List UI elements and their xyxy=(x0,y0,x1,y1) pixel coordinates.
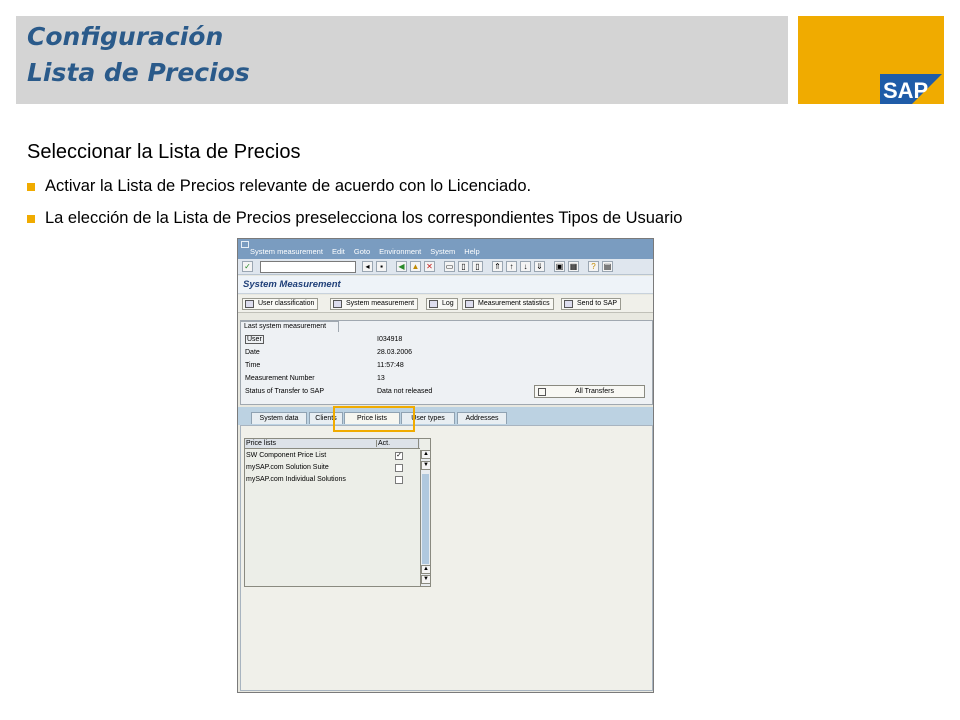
menu-environment[interactable]: Environment xyxy=(379,247,421,256)
scroll-thumb[interactable] xyxy=(422,474,429,564)
system-menu-icon[interactable] xyxy=(241,241,249,248)
tab-addresses[interactable]: Addresses xyxy=(457,412,507,424)
back-icon[interactable]: ◀ xyxy=(396,261,407,272)
field-label-measurement-number: Measurement Number xyxy=(245,375,315,382)
column-header-price-lists[interactable]: Price lists xyxy=(246,440,276,447)
application-toolbar: User classification System measurement L… xyxy=(238,295,653,313)
find-next-icon[interactable]: ▯ xyxy=(472,261,483,272)
active-checkbox[interactable]: ✓ xyxy=(395,452,403,460)
table-row[interactable]: mySAP.com Individual Solutions xyxy=(246,476,346,483)
cancel-icon[interactable]: ✕ xyxy=(424,261,435,272)
slide-title-bar: Configuración Lista de Precios xyxy=(16,16,788,104)
menu-edit[interactable]: Edit xyxy=(332,247,345,256)
table-row[interactable]: mySAP.com Solution Suite xyxy=(246,464,329,471)
measurement-statistics-button[interactable]: Measurement statistics xyxy=(462,298,554,310)
bullet-square-icon xyxy=(27,214,35,223)
field-label-date: Date xyxy=(245,349,260,356)
customize-layout-icon[interactable]: ▤ xyxy=(602,261,613,272)
previous-page-icon[interactable]: ↑ xyxy=(506,261,517,272)
scroll-up-icon[interactable]: ▲ xyxy=(421,450,431,459)
bullet-text: Activar la Lista de Precios relevante de… xyxy=(45,177,532,195)
all-transfers-button[interactable]: All Transfers xyxy=(534,385,645,398)
field-value-time: 11:57:48 xyxy=(377,362,404,369)
field-value-date: 28.03.2006 xyxy=(377,349,413,356)
shortcut-icon[interactable]: ▦ xyxy=(568,261,579,272)
scroll-down-icon[interactable]: ▼ xyxy=(421,575,431,584)
table-header: Price lists Act. xyxy=(245,439,420,449)
save-icon[interactable]: ▪ xyxy=(376,261,387,272)
next-page-icon[interactable]: ↓ xyxy=(520,261,531,272)
tab-system-data[interactable]: System data xyxy=(251,412,307,424)
field-label-time: Time xyxy=(245,362,261,369)
menu-system-measurement[interactable]: System measurement xyxy=(250,247,323,256)
transfers-icon xyxy=(538,388,546,396)
new-session-icon[interactable]: ▣ xyxy=(554,261,565,272)
print-icon[interactable]: ▭ xyxy=(444,261,455,272)
bullet-square-icon xyxy=(27,182,35,191)
menu-bar: System measurement Edit Goto Environment… xyxy=(238,239,653,259)
column-separator xyxy=(418,439,419,449)
table-row[interactable]: SW Component Price List xyxy=(246,452,326,459)
vertical-scrollbar[interactable]: ▲ ▼ ▲ ▼ xyxy=(420,450,431,586)
field-label-user: User xyxy=(245,335,264,344)
slide-subtitle: Seleccionar la Lista de Precios xyxy=(27,141,301,163)
bullet-item: La elección de la Lista de Precios prese… xyxy=(27,209,682,228)
send-to-sap-button[interactable]: Send to SAP xyxy=(561,298,622,310)
menu-help[interactable]: Help xyxy=(464,247,479,256)
slide-title-line1: Configuración xyxy=(27,22,224,51)
sap-logo-text: SAP xyxy=(883,78,928,103)
bullet-item: Activar la Lista de Precios relevante de… xyxy=(27,177,531,196)
command-field[interactable] xyxy=(260,261,356,273)
log-icon xyxy=(429,300,438,308)
group-title: Last system measurement xyxy=(240,321,340,332)
active-checkbox[interactable] xyxy=(395,464,403,472)
user-classification-button[interactable]: User classification xyxy=(242,298,319,310)
find-icon[interactable]: ▯ xyxy=(458,261,469,272)
bullet-text: La elección de la Lista de Precios prese… xyxy=(45,209,683,227)
field-value-transfer-status: Data not released xyxy=(377,388,433,395)
menu-system[interactable]: System xyxy=(430,247,455,256)
price-list-table: Price lists Act. SW Component Price List… xyxy=(244,438,431,587)
field-value-user: I034918 xyxy=(377,336,403,343)
sap-logo-icon: SAP xyxy=(880,74,942,104)
slide-title-line2: Lista de Precios xyxy=(27,58,250,87)
active-checkbox[interactable] xyxy=(395,476,403,484)
standard-toolbar: ✓ ◂ ▪ ◀ ▲ ✕ ▭ ▯ ▯ ⇑ ↑ ↓ ⇓ ▣ ▦ ? ▤ xyxy=(238,259,653,275)
last-page-icon[interactable]: ⇓ xyxy=(534,261,545,272)
statistics-icon xyxy=(465,300,474,308)
log-button[interactable]: Log xyxy=(426,298,458,310)
page-up-icon[interactable]: ▲ xyxy=(421,565,431,574)
help-icon[interactable]: ? xyxy=(588,261,599,272)
send-icon xyxy=(564,300,573,308)
price-lists-tab-highlight xyxy=(333,406,415,432)
system-measurement-button[interactable]: System measurement xyxy=(330,298,419,310)
first-page-icon[interactable]: ⇑ xyxy=(492,261,503,272)
column-header-active[interactable]: Act. xyxy=(376,440,390,447)
measurement-icon xyxy=(333,300,342,308)
page-title: System Measurement xyxy=(243,279,341,290)
field-label-transfer-status: Status of Transfer to SAP xyxy=(245,388,324,395)
sap-gui-window: System measurement Edit Goto Environment… xyxy=(237,238,654,693)
field-value-measurement-number: 13 xyxy=(377,375,385,382)
exit-icon[interactable]: ▲ xyxy=(410,261,421,272)
classification-icon xyxy=(245,300,254,308)
enter-icon[interactable]: ✓ xyxy=(242,261,253,272)
menu-goto[interactable]: Goto xyxy=(354,247,370,256)
sap-logo-box: SAP xyxy=(798,16,944,104)
back-arrow-icon[interactable]: ◂ xyxy=(362,261,373,272)
page-down-icon[interactable]: ▼ xyxy=(421,461,431,470)
page-header: System Measurement xyxy=(238,276,653,294)
